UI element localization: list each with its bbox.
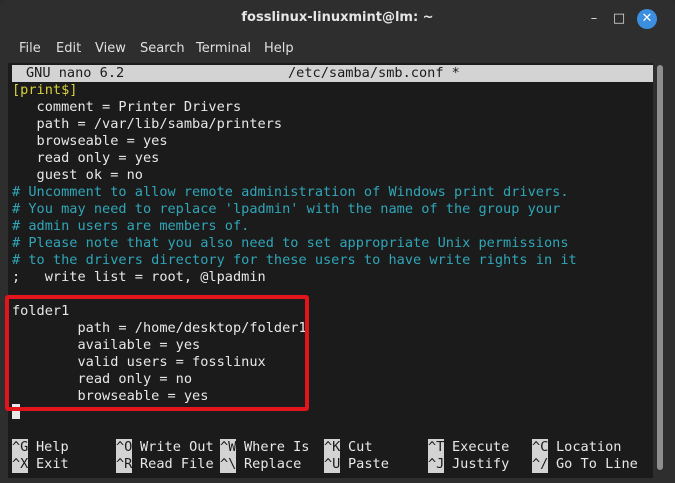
shortcut-label: Location [556,439,622,455]
shortcut-key[interactable]: ^X [12,456,29,473]
editor-comment-line: # You may need to replace 'lpadmin' with… [12,201,561,217]
editor-comment-line: # admin users are members of. [12,218,250,234]
menu-bar: File Edit View Search Terminal Help [0,38,675,62]
shortcut-label: Write Out [140,439,214,455]
maximize-icon[interactable]: □ [609,9,629,29]
scrollbar-thumb[interactable] [657,65,663,470]
shortcut-label: Go To Line [556,456,638,472]
nano-filename: /etc/samba/smb.conf * [288,65,460,81]
shortcut-label: Cut [348,439,373,455]
shortcut-label: Replace [244,456,302,472]
editor-line: path = /var/lib/samba/printers [12,116,283,132]
shortcut-label: Read File [140,456,214,472]
shortcut-key[interactable]: ^C [532,439,549,456]
close-icon[interactable]: ✕ [637,9,657,29]
shortcut-label: Justify [452,456,510,472]
shortcut-label: Help [36,439,69,455]
highlight-box [5,295,309,411]
shortcut-key[interactable]: ^J [428,456,445,473]
terminal-window: fosslinux-linuxmint@lm: ~ – □ ✕ File Edi… [0,0,675,483]
shortcut-key[interactable]: ^T [428,439,445,456]
shortcut-key[interactable]: ^U [324,456,341,473]
title-bar[interactable]: fosslinux-linuxmint@lm: ~ – □ ✕ [0,0,675,38]
shortcut-key[interactable]: ^K [324,439,341,456]
menu-edit[interactable]: Edit [56,41,81,56]
editor-line: [print$] [12,82,78,98]
shortcut-label: Execute [452,439,510,455]
shortcut-key[interactable]: ^W [220,439,237,456]
window-title: fosslinux-linuxmint@lm: ~ [241,10,434,25]
shortcut-label: Paste [348,456,389,472]
shortcut-key[interactable]: ^\ [220,456,237,473]
editor-line: read only = yes [12,150,160,166]
editor-line: ; write list = root, @lpadmin [12,269,266,285]
minimize-icon[interactable]: – [584,9,604,29]
editor-line: guest ok = no [12,167,143,183]
scrollbar[interactable] [654,63,666,478]
menu-file[interactable]: File [19,41,41,56]
nano-version: GNU nano 6.2 [26,65,125,81]
shortcut-key[interactable]: ^R [116,456,133,473]
nano-header: GNU nano 6.2 /etc/samba/smb.conf * [12,65,653,82]
editor-comment-line: # Uncomment to allow remote administrati… [12,184,569,200]
shortcut-label: Exit [36,456,69,472]
editor-line: browseable = yes [12,133,168,149]
shortcut-label: Where Is [244,439,310,455]
editor-line: comment = Printer Drivers [12,99,242,115]
shortcut-key[interactable]: ^O [116,439,133,456]
shortcut-key[interactable]: ^G [12,439,29,456]
menu-search[interactable]: Search [140,41,185,56]
menu-view[interactable]: View [95,41,126,56]
shortcut-key[interactable]: ^/ [532,456,549,473]
menu-help[interactable]: Help [264,41,294,56]
menu-terminal[interactable]: Terminal [196,41,251,56]
editor-comment-line: # to the drivers directory for these use… [12,252,577,268]
editor-comment-line: # Please note that you also need to set … [12,235,569,251]
